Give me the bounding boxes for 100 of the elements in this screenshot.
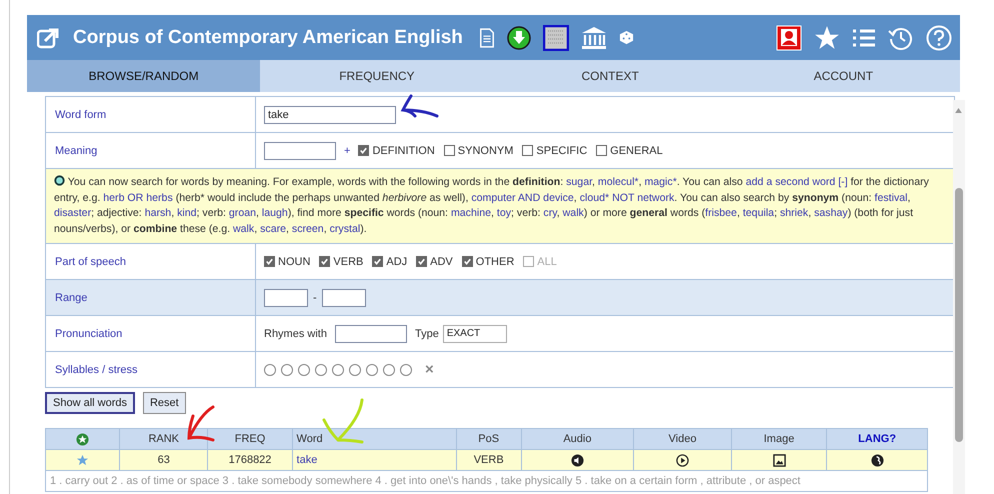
document-icon[interactable] <box>478 28 495 48</box>
example-link[interactable]: toy <box>496 207 512 219</box>
field-label: Word form <box>55 108 106 120</box>
example-link[interactable]: cloud* NOT network <box>580 192 674 204</box>
table-cell: 1768822 <box>228 454 272 466</box>
star-icon[interactable] <box>76 454 89 466</box>
help-icon[interactable] <box>926 24 952 50</box>
dice-icon[interactable] <box>618 30 634 45</box>
nav-tab[interactable]: ACCOUNT <box>726 60 960 92</box>
rhymes-input[interactable] <box>334 324 407 342</box>
example-link[interactable]: screen <box>292 222 324 234</box>
info-text: You can now search for words by meaning. For example, words with the following words in the definition: sugar, molecul*, magic*. You can also add a second word [-] for the dictionary entry, e.g. herb OR herbs (herb* would include the perhaps unwanted herbivore as well), computer AND device, cloud* NOT network. You can also search by synonym (noun: festival, disaster; adjective: harsh, kind; verb: groan, laugh), find more specific words (noun: machine, toy; verb: cry, walk) or more general words (frisbee, tequila; shriek, sashay) (both for just nouns/verbs), or combine these (e.g. walk, scare, screen, crystal). <box>54 175 930 236</box>
range-to-input[interactable] <box>322 288 366 306</box>
column-header: Video <box>668 433 696 445</box>
syllable-circle-icon[interactable] <box>383 364 395 376</box>
checkbox[interactable] <box>444 145 455 156</box>
example-link[interactable]: herb OR herbs <box>103 192 173 204</box>
option-label: NOUN <box>278 256 310 268</box>
meaning-input[interactable] <box>264 142 336 160</box>
form-button[interactable]: Show all words <box>45 392 135 414</box>
option-label: ALL <box>537 256 557 268</box>
option-label: ADV <box>430 256 453 268</box>
field-label: Meaning <box>55 144 98 156</box>
example-link[interactable]: magic* <box>644 176 677 188</box>
example-link[interactable]: festival <box>874 192 908 204</box>
scroll-up-icon[interactable] <box>955 108 962 113</box>
syllable-circle-icon[interactable] <box>366 364 378 376</box>
example-link[interactable]: scare <box>260 222 286 234</box>
form-button[interactable]: Reset <box>142 392 186 414</box>
option-label: OTHER <box>476 256 514 268</box>
checkbox[interactable] <box>596 145 608 156</box>
image-icon[interactable] <box>772 454 786 466</box>
option-label: VERB <box>333 256 364 268</box>
info-circle-icon <box>54 175 65 186</box>
syllable-circle-icon[interactable] <box>400 364 412 376</box>
nav-tab[interactable]: FREQUENCY <box>260 60 494 92</box>
example-link[interactable]: walk <box>233 222 254 234</box>
checkbox[interactable] <box>358 145 370 156</box>
example-link[interactable]: groan <box>228 207 256 219</box>
globe-icon[interactable] <box>870 454 884 466</box>
example-link[interactable]: harsh <box>144 207 172 219</box>
syllable-circle-icon[interactable] <box>349 364 361 376</box>
list-icon[interactable] <box>852 28 876 48</box>
play-icon[interactable] <box>676 454 689 466</box>
type-input[interactable]: EXACT <box>442 324 507 342</box>
column-header: RANK <box>148 433 180 445</box>
word-link[interactable]: take <box>296 454 318 466</box>
column-header: Audio <box>563 433 592 445</box>
checkbox[interactable] <box>264 256 275 267</box>
example-link[interactable]: shriek <box>780 207 808 219</box>
example-link[interactable]: add a second word [-] <box>746 176 848 188</box>
example-link[interactable]: cry <box>543 207 557 219</box>
example-link[interactable]: crystal <box>330 222 360 234</box>
table-cell: 63 <box>158 454 170 466</box>
example-link[interactable]: sashay <box>814 207 848 219</box>
field-label: Part of speech <box>55 256 126 268</box>
download-icon[interactable] <box>506 26 531 50</box>
example-link[interactable]: computer AND device <box>471 192 574 204</box>
checkbox[interactable] <box>319 256 330 267</box>
external-link-icon[interactable] <box>37 26 59 48</box>
checkbox[interactable] <box>372 256 384 267</box>
syllable-circle-icon[interactable] <box>264 364 276 376</box>
example-link[interactable]: frisbee <box>705 207 737 219</box>
add-link[interactable]: + <box>344 144 350 156</box>
example-link[interactable]: sugar <box>566 176 592 188</box>
checkbox[interactable] <box>522 145 534 156</box>
nav-tab[interactable]: BROWSE/RANDOM <box>27 60 260 92</box>
star-icon[interactable] <box>814 24 840 50</box>
example-link[interactable]: disaster <box>54 207 92 219</box>
rhymes-label: Rhymes with <box>264 328 327 340</box>
example-link[interactable]: molecul* <box>598 176 639 188</box>
example-link[interactable]: tequila <box>742 207 774 219</box>
range-separator: - <box>313 292 317 304</box>
syllable-circle-icon[interactable] <box>298 364 310 376</box>
speaker-icon[interactable] <box>570 454 584 466</box>
option-label: DEFINITION <box>372 144 435 156</box>
syllable-circle-icon[interactable] <box>315 364 327 376</box>
example-link[interactable]: walk <box>562 207 584 219</box>
profile-icon[interactable] <box>776 24 802 50</box>
scrollbar[interactable] <box>953 100 965 494</box>
range-from-input[interactable] <box>264 288 308 306</box>
column-header: Image <box>764 433 794 445</box>
option-label: SYNONYM <box>458 144 514 156</box>
syllable-circle-icon[interactable] <box>281 364 293 376</box>
star-circle-icon[interactable] <box>76 432 89 446</box>
example-link[interactable]: kind <box>177 207 197 219</box>
definition-text: 1 . carry out 2 . as of time or space 3 . take somebody somewhere 4 . get into one\'s hands , take physically 5 . take on a certain form , attribute , or aspect <box>50 475 800 487</box>
column-header: FREQ <box>234 433 266 445</box>
example-link[interactable]: laugh <box>262 207 288 219</box>
checkbox[interactable] <box>462 256 473 267</box>
column-header: PoS <box>478 433 500 445</box>
clear-icon[interactable]: × <box>425 361 434 378</box>
checkbox[interactable] <box>416 256 428 267</box>
table-cell: VERB <box>474 454 504 466</box>
museum-icon[interactable] <box>580 26 607 50</box>
word-form-input[interactable]: take <box>264 106 396 124</box>
example-link[interactable]: machine <box>450 207 491 219</box>
option-label: SPECIFIC <box>536 144 588 156</box>
nav-tab[interactable]: CONTEXT <box>494 60 727 92</box>
syllable-circle-icon[interactable] <box>332 364 344 376</box>
